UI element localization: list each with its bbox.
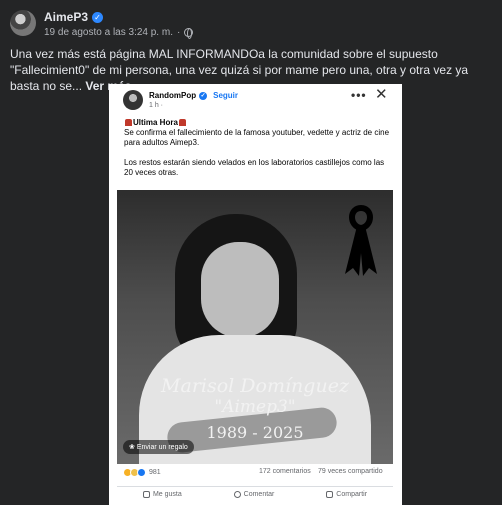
shared-post-text: Ultima Hora Se confirma el fallecimiento… — [124, 118, 390, 188]
verified-icon: ✓ — [92, 11, 104, 23]
page-avatar[interactable] — [123, 90, 143, 110]
comment-button[interactable]: Comentar — [233, 491, 275, 498]
close-icon[interactable]: ✕ — [375, 85, 388, 103]
share-label: Compartir — [336, 491, 368, 498]
reactions-summary[interactable]: 981 — [123, 468, 161, 477]
post-header: AimeP3 ✓ 19 de agosto a las 3:24 p. m. · — [10, 8, 490, 42]
shared-post-time[interactable]: 1 h · — [149, 102, 163, 109]
reactions-count: 981 — [149, 469, 161, 476]
page-name[interactable]: RandomPop — [149, 91, 196, 100]
meta-separator: · — [176, 27, 181, 38]
memorial-alias: "Aimep3" — [214, 397, 296, 417]
send-gift-button[interactable]: ❀ Enviar un regalo — [123, 440, 194, 454]
headline: Ultima Hora — [133, 118, 178, 127]
like-button[interactable]: Me gusta — [142, 491, 182, 498]
author-name[interactable]: AimeP3 — [44, 10, 88, 24]
page-name-row: RandomPop ✓ Seguir — [149, 91, 238, 100]
comment-icon — [233, 491, 241, 498]
author-avatar[interactable] — [10, 10, 36, 36]
shared-post-card: RandomPop ✓ Seguir 1 h · ••• ✕ Ultima Ho… — [109, 84, 402, 505]
like-label: Me gusta — [152, 491, 182, 498]
shared-line-2: Los restos estarán siendo velados en los… — [124, 158, 385, 177]
shared-line-1: Se confirma el fallecimiento de la famos… — [124, 128, 390, 147]
engagement-stats: 981 172 comentarios 79 veces compartido — [117, 468, 393, 480]
red-lamp-icon — [125, 119, 132, 126]
page-verified-icon: ✓ — [199, 91, 208, 100]
action-bar: Me gusta Comentar Compartir — [117, 486, 393, 502]
comments-count[interactable]: 172 comentarios — [259, 468, 311, 475]
person-face — [201, 242, 279, 338]
post-meta: 19 de agosto a las 3:24 p. m. · — [44, 27, 194, 39]
gift-icon: ❀ — [129, 444, 135, 451]
share-icon — [326, 491, 334, 498]
gift-label: Enviar un regalo — [136, 444, 188, 451]
comment-label: Comentar — [243, 491, 275, 498]
shares-count[interactable]: 79 veces compartido — [318, 468, 383, 475]
red-lamp-icon — [178, 119, 186, 126]
headline-line: Ultima Hora Se confirma el fallecimiento… — [124, 118, 390, 148]
thumbs-up-icon — [142, 491, 150, 498]
post-date[interactable]: 19 de agosto a las 3:24 p. m. — [44, 27, 173, 38]
memorial-name: Marisol Domínguez — [161, 375, 349, 397]
more-options-icon[interactable]: ••• — [351, 88, 367, 102]
author-row: AimeP3 ✓ — [44, 10, 104, 24]
mourning-ribbon-icon — [345, 204, 377, 276]
shared-post-header: RandomPop ✓ Seguir 1 h · ••• ✕ — [109, 84, 402, 116]
follow-button[interactable]: Seguir — [213, 91, 238, 100]
memorial-photo[interactable]: Marisol Domínguez "Aimep3" 1989 - 2025 ❀… — [117, 190, 393, 464]
share-button[interactable]: Compartir — [326, 491, 367, 498]
like-reaction-icon — [137, 468, 146, 477]
globe-icon — [184, 28, 194, 39]
